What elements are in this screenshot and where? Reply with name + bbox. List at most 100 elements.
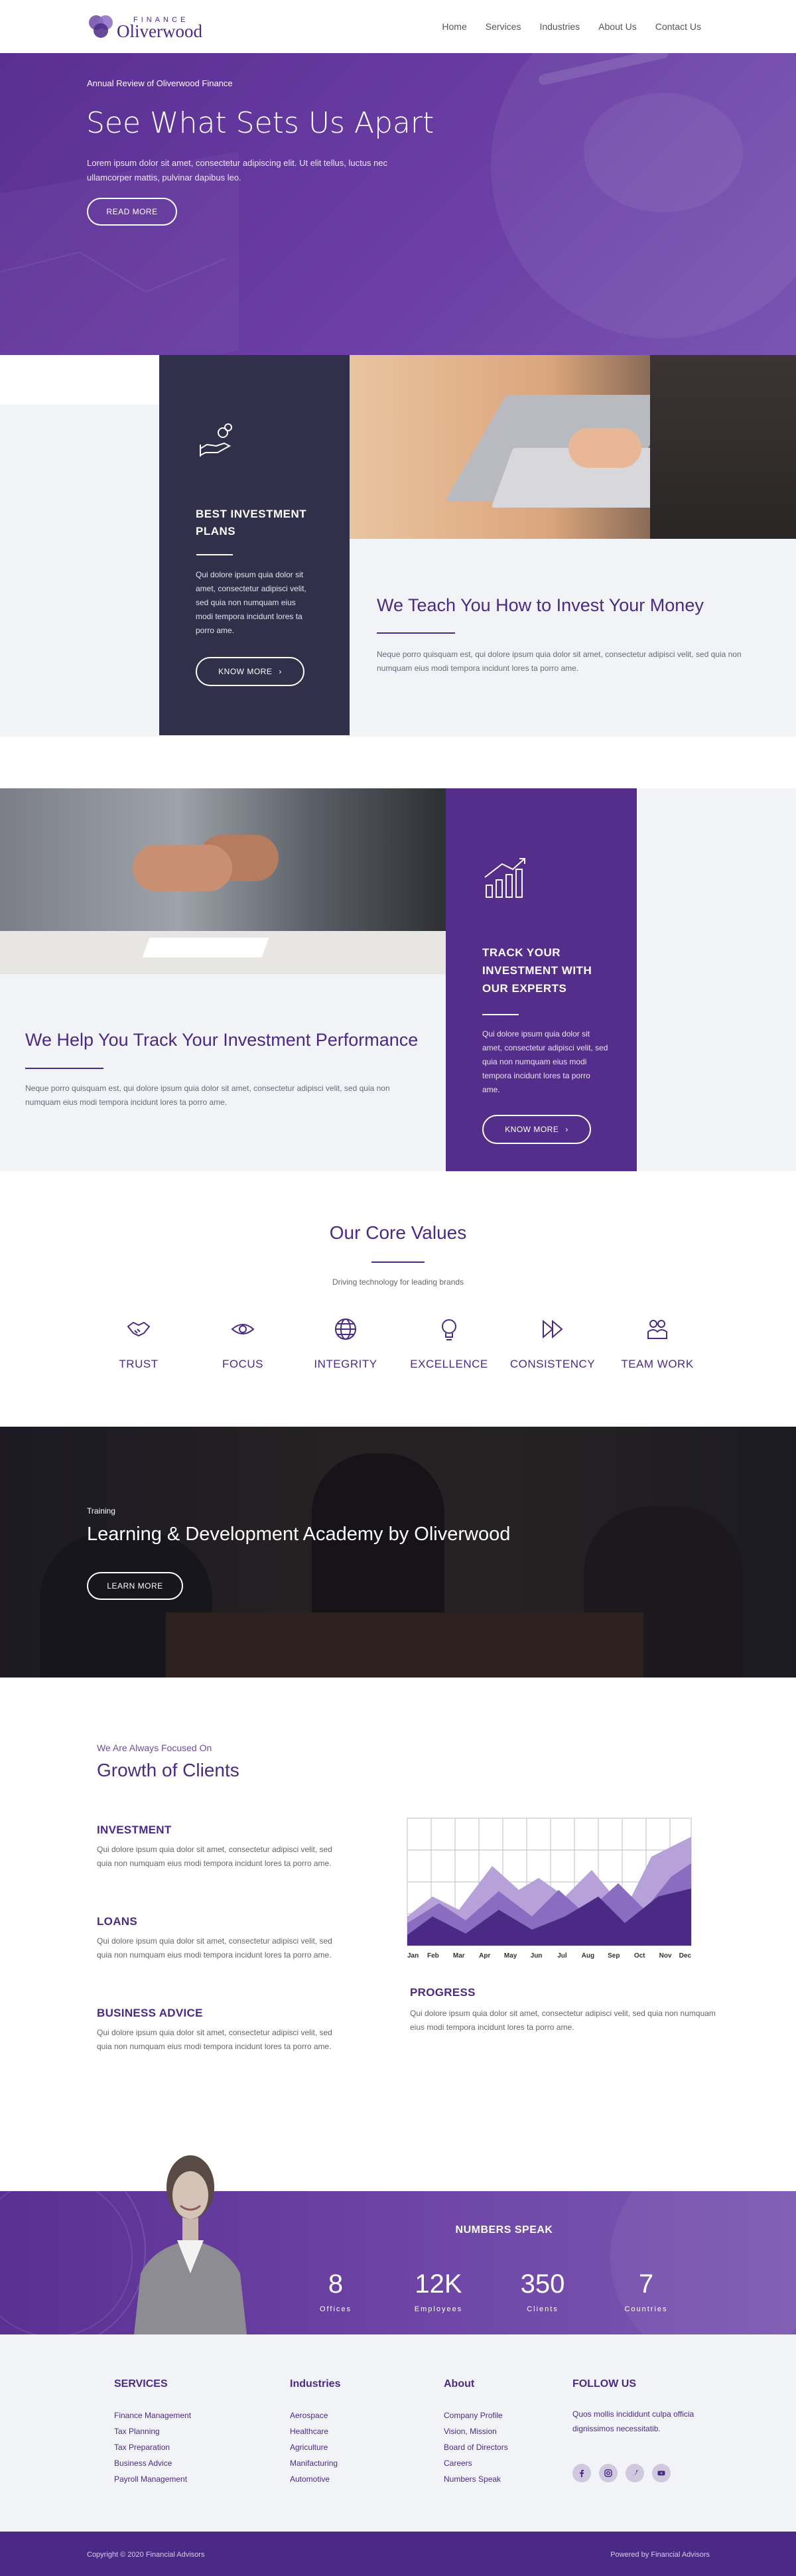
know-more-button[interactable]: KNOW MORE › [482, 1115, 591, 1144]
footer-link[interactable]: Healthcare [290, 2423, 338, 2439]
social-links [572, 2464, 671, 2482]
footer-link[interactable]: Vision, Mission [444, 2423, 508, 2439]
hero-eyebrow: Annual Review of Oliverwood Finance [87, 78, 233, 88]
footer-link[interactable]: Tax Planning [114, 2423, 191, 2439]
footer-about-heading: About [444, 2378, 475, 2390]
chevron-right-icon: › [565, 1125, 568, 1134]
stat-label: Countries [624, 2305, 668, 2313]
footer-link[interactable]: Aerospace [290, 2407, 338, 2423]
footer-about-list: Company Profile Vision, Mission Board of… [444, 2407, 508, 2487]
value-label: CONSISTENCY [509, 1358, 596, 1370]
loans-heading: LOANS [97, 1915, 137, 1928]
footer-link[interactable]: Tax Preparation [114, 2439, 191, 2455]
twitter-icon[interactable] [626, 2464, 644, 2482]
stat-label: Employees [414, 2305, 463, 2313]
value-trust: TRUST [96, 1317, 182, 1371]
instagram-icon[interactable] [599, 2464, 618, 2482]
footer-services-list: Finance Management Tax Planning Tax Prep… [114, 2407, 191, 2487]
chart-month-labels: Jan Feb Mar Apr May Jun Jul Aug Sep Oct Nov Dec [407, 1952, 691, 1960]
card-divider [196, 554, 233, 555]
invest-text: Neque porro quisquam est, qui dolore ips… [377, 650, 742, 673]
growth-chart-icon [484, 858, 525, 898]
chart-month-label: Dec [679, 1952, 692, 1960]
handshake-icon [127, 1321, 151, 1337]
investment-heading: INVESTMENT [97, 1824, 172, 1836]
growth-title: Growth of Clients [97, 1760, 239, 1780]
chevron-right-icon: › [279, 667, 282, 676]
training-eyebrow: Training [87, 1506, 115, 1516]
progress-heading: PROGRESS [410, 1986, 476, 1999]
learn-more-button[interactable]: LEARN MORE [87, 1572, 183, 1600]
footer-link[interactable]: Business Advice [114, 2455, 191, 2471]
value-label: EXCELLENCE [410, 1358, 488, 1370]
document [142, 938, 269, 958]
footer-link[interactable]: Board of Directors [444, 2439, 508, 2455]
nav-contact-us[interactable]: Contact Us [655, 21, 701, 32]
overlay [0, 1427, 796, 1678]
value-focus: FOCUS [200, 1317, 286, 1371]
card-text: Qui dolore ipsum quia dolor sit amet, co… [482, 1029, 608, 1094]
team-icon [647, 1320, 667, 1339]
footer-link[interactable]: Manifacturing [290, 2455, 338, 2471]
hand [133, 845, 232, 891]
chart-month-label: May [504, 1952, 517, 1960]
hero-text: Lorem ipsum dolor sit amet, consectetur … [87, 158, 388, 182]
footer-link[interactable]: Company Profile [444, 2407, 508, 2423]
chart-month-label: Nov [659, 1952, 672, 1960]
footer-link[interactable]: Payroll Management [114, 2471, 191, 2487]
nav-services[interactable]: Services [486, 21, 521, 32]
footer-link[interactable]: Careers [444, 2455, 508, 2471]
read-more-label: READ MORE [106, 207, 158, 216]
growth-eyebrow: We Are Always Focused On [97, 1743, 212, 1753]
stat-offices: 8 Offices [296, 2268, 375, 2313]
facebook-icon[interactable] [572, 2464, 591, 2482]
title-underline [25, 1068, 103, 1069]
progress-text: Qui dolore ipsum quia dolor sit amet, co… [410, 2009, 716, 2032]
progress-chart: Jan Feb Mar Apr May Jun Jul Aug Sep Oct Nov Dec [407, 1818, 692, 1960]
card-text: Qui dolore ipsum quia dolor sit amet, co… [196, 570, 306, 635]
loans-text: Qui dolore ipsum quia dolor sit amet, co… [97, 1936, 332, 1960]
chart-month-label: Apr [479, 1952, 490, 1960]
title-underline [371, 1261, 425, 1263]
footer-link[interactable]: Automotive [290, 2471, 338, 2487]
stat-countries: 7 Countries [606, 2268, 686, 2313]
hand [568, 428, 641, 468]
nav-industries[interactable]: Industries [539, 21, 580, 32]
chart-month-label: Jun [531, 1952, 543, 1960]
laptop-photo [350, 355, 796, 539]
numbers-title: NUMBERS SPEAK [455, 2224, 553, 2236]
stat-value: 350 [520, 2269, 565, 2299]
know-more-label: KNOW MORE [505, 1125, 559, 1134]
stat-value: 7 [638, 2269, 654, 2299]
logo-icon[interactable] [86, 12, 115, 41]
track-text: Neque porro quisquam est, qui dolore ips… [25, 1084, 390, 1107]
learn-more-label: LEARN MORE [107, 1581, 163, 1591]
lightbulb-icon [442, 1319, 456, 1340]
read-more-button[interactable]: READ MORE [87, 198, 177, 226]
logo-text[interactable]: Oliverwood [117, 21, 202, 42]
site-header: FINANCE Oliverwood Home Services Industr… [0, 0, 796, 53]
stat-clients: 350 Clients [503, 2268, 582, 2313]
stat-label: Offices [319, 2305, 352, 2313]
chart-month-label: Mar [453, 1952, 465, 1960]
footer-link[interactable]: Finance Management [114, 2407, 191, 2423]
handshake-photo [0, 788, 446, 974]
main-nav: Home Services Industries About Us Contac… [442, 21, 701, 32]
footer-link[interactable]: Agriculture [290, 2439, 338, 2455]
value-label: INTEGRITY [314, 1358, 377, 1370]
training-banner [0, 1427, 796, 1678]
hero-title: See What Sets Us Apart [86, 106, 434, 140]
youtube-icon[interactable] [652, 2464, 671, 2482]
core-values-title: Our Core Values [329, 1222, 467, 1243]
copyright: Copyright © 2020 Financial Advisors [87, 2551, 205, 2559]
track-title: We Help You Track Your Investment Perfor… [25, 1030, 419, 1050]
nav-about-us[interactable]: About Us [598, 21, 637, 32]
business-advice-text: Qui dolore ipsum quia dolor sit amet, co… [97, 2028, 332, 2051]
footer-link[interactable]: Numbers Speak [444, 2471, 508, 2487]
nav-home[interactable]: Home [442, 21, 466, 32]
card-divider [482, 1014, 519, 1015]
chart-month-label: Oct [634, 1952, 645, 1960]
chart-month-label: Jan [407, 1952, 419, 1960]
know-more-button[interactable]: KNOW MORE › [196, 657, 304, 686]
value-label: TRUST [119, 1358, 159, 1370]
